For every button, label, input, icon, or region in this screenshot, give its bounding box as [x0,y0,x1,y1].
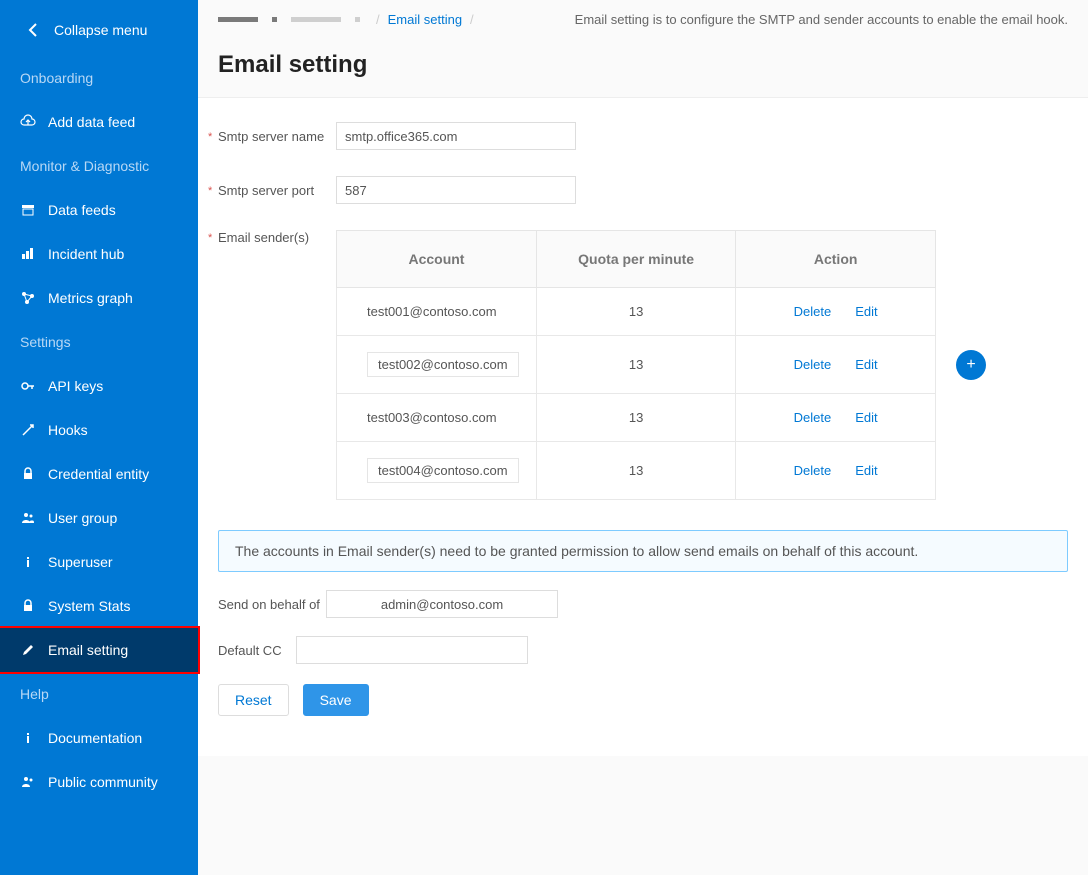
reset-button[interactable]: Reset [218,684,289,716]
sidebar-item-label: Credential entity [48,466,149,482]
sidebar-item-label: User group [48,510,117,526]
edit-link[interactable]: Edit [855,304,877,319]
send-behalf-input[interactable] [326,590,558,618]
table-row: test001@contoso.com13 Delete Edit [337,288,936,336]
smtp-server-port-input[interactable] [336,176,576,204]
sidebar-item-label: API keys [48,378,103,394]
edit-link[interactable]: Edit [855,410,877,425]
delete-link[interactable]: Delete [794,304,832,319]
main-content: / Email setting / Email setting is to co… [198,0,1088,875]
breadcrumb-current[interactable]: Email setting [388,12,462,27]
cell-quota: 13 [536,442,735,500]
add-sender-button[interactable]: + [956,350,986,380]
cell-action: Delete Edit [736,442,936,500]
save-button[interactable]: Save [303,684,369,716]
email-senders-table: Account Quota per minute Action test001@… [336,230,936,500]
cell-action: Delete Edit [736,336,936,394]
delete-link[interactable]: Delete [794,463,832,478]
sidebar-item-label: Add data feed [48,114,135,130]
table-row: test003@contoso.com13 Delete Edit [337,394,936,442]
lock-icon [20,466,36,482]
smtp-server-port-label: Smtp server port [218,183,336,198]
chart-icon [20,246,36,262]
sidebar-item-label: Email setting [48,642,128,658]
smtp-server-name-input[interactable] [336,122,576,150]
sidebar-item-label: System Stats [48,598,130,614]
users-icon [20,774,36,790]
col-header-action: Action [736,231,936,288]
breadcrumb-separator: / [470,12,474,27]
cell-account: test001@contoso.com [337,288,537,336]
sidebar-item-label: Public community [48,774,158,790]
sidebar-item-label: Data feeds [48,202,116,218]
graph-icon [20,290,36,306]
smtp-server-name-label: Smtp server name [218,129,336,144]
sidebar-item-api-keys[interactable]: API keys [0,364,198,408]
cell-action: Delete Edit [736,394,936,442]
section-onboarding: Onboarding [0,56,198,100]
page-description: Email setting is to configure the SMTP a… [575,12,1068,27]
chevron-left-icon [26,22,42,38]
cell-account: test002@contoso.com [337,336,537,394]
sidebar-item-label: Superuser [48,554,113,570]
sidebar-item-credential-entity[interactable]: Credential entity [0,452,198,496]
users-icon [20,510,36,526]
collapse-menu[interactable]: Collapse menu [0,8,198,56]
sidebar-item-label: Hooks [48,422,88,438]
edit-link[interactable]: Edit [855,463,877,478]
email-senders-label: Email sender(s) [218,230,336,245]
lock-icon [20,598,36,614]
top-bar: / Email setting / Email setting is to co… [198,0,1088,39]
info-banner: The accounts in Email sender(s) need to … [218,530,1068,572]
hook-icon [20,422,36,438]
sidebar-item-data-feeds[interactable]: Data feeds [0,188,198,232]
sidebar: Collapse menu Onboarding Add data feed M… [0,0,198,875]
cloud-upload-icon [20,114,36,130]
archive-icon [20,202,36,218]
cell-account: test004@contoso.com [337,442,537,500]
info-icon [20,730,36,746]
default-cc-label: Default CC [218,643,296,658]
col-header-quota: Quota per minute [536,231,735,288]
section-help: Help [0,672,198,716]
table-row: test002@contoso.com13 Delete Edit [337,336,936,394]
col-header-account: Account [337,231,537,288]
sidebar-item-hooks[interactable]: Hooks [0,408,198,452]
section-monitor: Monitor & Diagnostic [0,144,198,188]
sidebar-item-metrics-graph[interactable]: Metrics graph [0,276,198,320]
cell-quota: 13 [536,336,735,394]
cell-quota: 13 [536,394,735,442]
page-title: Email setting [198,39,1088,97]
sidebar-item-user-group[interactable]: User group [0,496,198,540]
delete-link[interactable]: Delete [794,410,832,425]
info-icon [20,554,36,570]
sidebar-item-add-data-feed[interactable]: Add data feed [0,100,198,144]
edit-link[interactable]: Edit [855,357,877,372]
sidebar-item-documentation[interactable]: Documentation [0,716,198,760]
sidebar-item-label: Incident hub [48,246,124,262]
breadcrumb-redacted [218,17,360,22]
table-row: test004@contoso.com13 Delete Edit [337,442,936,500]
sidebar-item-label: Documentation [48,730,142,746]
delete-link[interactable]: Delete [794,357,832,372]
sidebar-item-incident-hub[interactable]: Incident hub [0,232,198,276]
sidebar-item-system-stats[interactable]: System Stats [0,584,198,628]
send-behalf-label: Send on behalf of [218,597,326,612]
cell-account: test003@contoso.com [337,394,537,442]
sidebar-item-email-setting[interactable]: Email setting [0,628,198,672]
collapse-label: Collapse menu [54,22,147,38]
cell-quota: 13 [536,288,735,336]
sidebar-item-label: Metrics graph [48,290,133,306]
form-content: Smtp server name Smtp server port Email … [198,97,1088,756]
sidebar-item-public-community[interactable]: Public community [0,760,198,804]
section-settings: Settings [0,320,198,364]
default-cc-input[interactable] [296,636,528,664]
cell-action: Delete Edit [736,288,936,336]
key-icon [20,378,36,394]
sidebar-item-superuser[interactable]: Superuser [0,540,198,584]
breadcrumb-separator: / [376,12,380,27]
pencil-icon [20,642,36,658]
